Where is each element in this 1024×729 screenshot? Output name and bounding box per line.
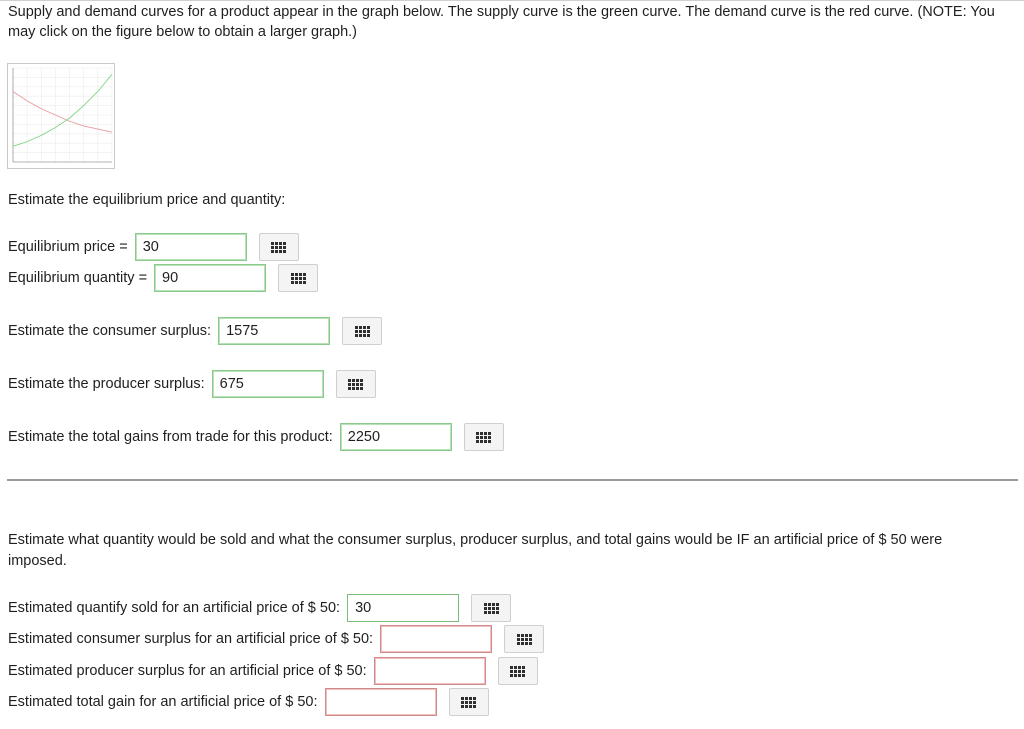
graph-thumbnail[interactable] (7, 63, 115, 169)
supply-demand-graph (12, 67, 113, 163)
artificial-quantity-value: 30 (355, 600, 372, 616)
keypad-button[interactable] (258, 233, 299, 261)
producer-surplus-label: Estimate the producer surplus: (8, 376, 205, 392)
total-gains-input[interactable]: 2250 (339, 423, 452, 451)
artificial-cs-input[interactable] (380, 625, 493, 653)
equilibrium-price-value: 30 (142, 239, 159, 255)
keypad-button[interactable] (463, 423, 504, 451)
equilibrium-prompt: Estimate the equilibrium price and quant… (8, 192, 286, 208)
total-gains-value: 2250 (347, 429, 381, 445)
equilibrium-quantity-value: 90 (162, 270, 179, 286)
keypad-button[interactable] (448, 688, 489, 716)
artificial-price-prompt: Estimate what quantity would be sold and… (8, 532, 943, 569)
artificial-cs-row: Estimated consumer surplus for an artifi… (8, 623, 545, 655)
keypad-icon (461, 696, 476, 708)
consumer-surplus-label: Estimate the consumer surplus: (8, 323, 212, 339)
supply-curve (12, 73, 113, 147)
keypad-icon (290, 272, 306, 284)
artificial-ps-input[interactable] (373, 657, 486, 685)
keypad-icon (483, 602, 499, 614)
producer-surplus-row: Estimate the producer surplus: 675 (8, 368, 376, 400)
keypad-button[interactable] (278, 264, 319, 292)
keypad-button[interactable] (504, 625, 545, 653)
producer-surplus-value: 675 (219, 376, 244, 392)
keypad-button[interactable] (342, 317, 383, 345)
keypad-icon (354, 325, 370, 337)
question-intro: Supply and demand curves for a product a… (8, 4, 995, 40)
equilibrium-prompt-row: Estimate the equilibrium price and quant… (8, 184, 285, 216)
section-divider (7, 479, 1018, 481)
artificial-quantity-row: Estimated quantify sold for an artificia… (8, 592, 512, 624)
producer-surplus-input[interactable]: 675 (211, 370, 324, 398)
equilibrium-quantity-input[interactable]: 90 (154, 264, 267, 292)
consumer-surplus-row: Estimate the consumer surplus: 1575 (8, 315, 383, 347)
artificial-ps-label: Estimated producer surplus for an artifi… (8, 663, 367, 679)
keypad-icon (348, 378, 364, 390)
keypad-button[interactable] (471, 594, 512, 622)
equilibrium-quantity-row: Equilibrium quantity = 90 (8, 262, 319, 294)
keypad-button[interactable] (497, 657, 538, 685)
equilibrium-quantity-label: Equilibrium quantity = (8, 270, 148, 286)
artificial-cs-label: Estimated consumer surplus for an artifi… (8, 631, 374, 647)
artificial-quantity-label: Estimated quantify sold for an artificia… (8, 600, 341, 616)
keypad-icon (476, 431, 492, 443)
artificial-tg-row: Estimated total gain for an artificial p… (8, 686, 489, 718)
total-gains-label: Estimate the total gains from trade for … (8, 429, 333, 445)
equilibrium-price-label: Equilibrium price = (8, 239, 128, 255)
artificial-quantity-input[interactable]: 30 (347, 594, 460, 622)
keypad-icon (271, 241, 287, 253)
consumer-surplus-value: 1575 (226, 323, 259, 339)
keypad-icon (510, 665, 526, 677)
artificial-ps-row: Estimated producer surplus for an artifi… (8, 655, 538, 687)
top-divider (0, 0, 1024, 1)
total-gains-row: Estimate the total gains from trade for … (8, 421, 504, 453)
keypad-button[interactable] (335, 370, 376, 398)
equilibrium-price-row: Equilibrium price = 30 (8, 231, 299, 263)
consumer-surplus-input[interactable]: 1575 (218, 317, 331, 345)
keypad-icon (516, 633, 532, 645)
artificial-tg-label: Estimated total gain for an artificial p… (8, 694, 318, 710)
equilibrium-price-input[interactable]: 30 (134, 233, 247, 261)
demand-curve (12, 91, 113, 133)
artificial-tg-input[interactable] (324, 688, 437, 716)
